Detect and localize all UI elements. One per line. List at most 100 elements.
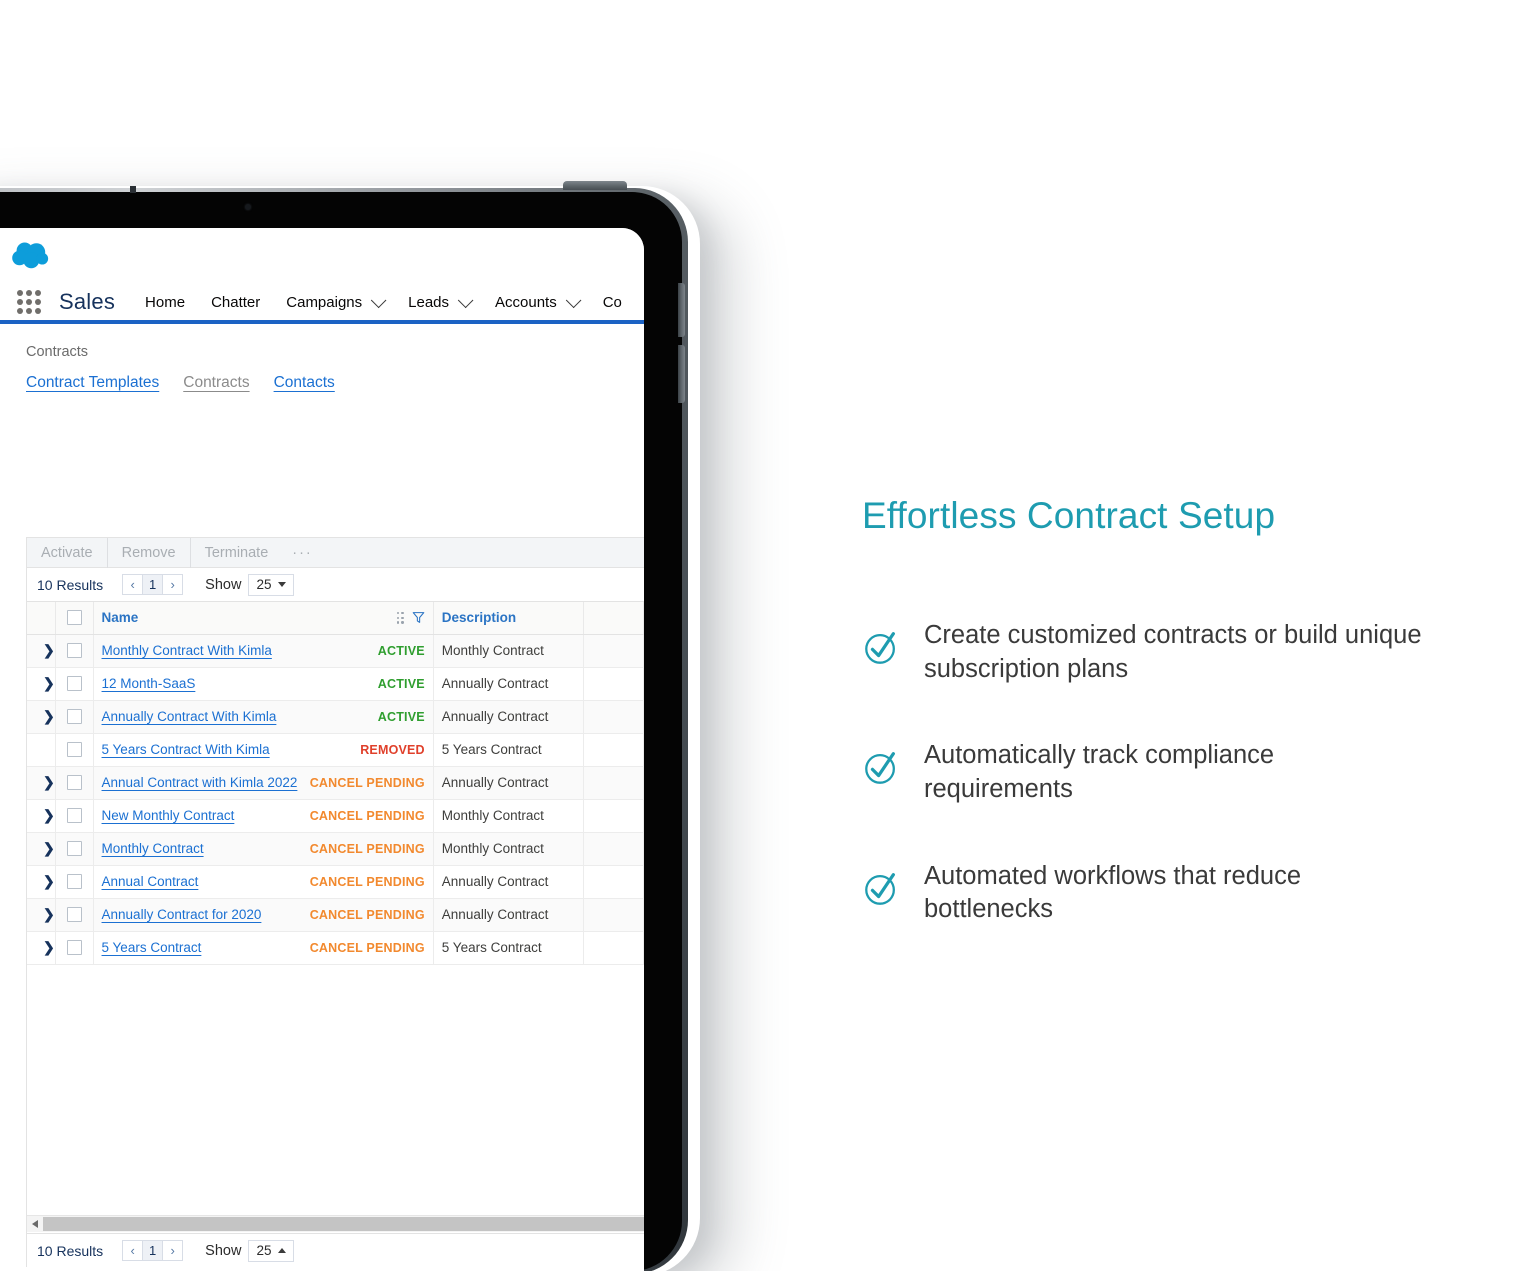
row-checkbox[interactable] xyxy=(66,676,82,691)
power-button[interactable] xyxy=(563,181,627,190)
expand-row-chevron-icon[interactable]: ❯ xyxy=(35,807,55,823)
table-row[interactable]: ❯ Monthly Contract CANCEL PENDING Monthly C… xyxy=(27,832,644,866)
row-checkbox[interactable] xyxy=(66,874,82,889)
contract-name-link[interactable]: Monthly Contract With Kimla xyxy=(102,643,272,658)
expand-row-chevron-icon[interactable]: ❯ xyxy=(35,906,55,922)
th-description[interactable]: Description xyxy=(433,602,584,635)
row-checkbox[interactable] xyxy=(66,709,82,724)
volume-up-button[interactable] xyxy=(678,283,685,337)
row-expand-cell[interactable]: ❯ xyxy=(27,931,56,965)
row-select-cell[interactable] xyxy=(55,766,94,800)
page-number-1[interactable]: 1 xyxy=(142,574,164,595)
row-checkbox[interactable] xyxy=(66,940,82,955)
contract-name-link[interactable]: Annually Contract With Kimla xyxy=(102,709,277,724)
expand-row-chevron-icon[interactable]: ❯ xyxy=(35,675,55,691)
chevron-down-icon[interactable] xyxy=(565,292,582,308)
table-row[interactable]: ❯ 12 Month-SaaS ACTIVE Annually Contract xyxy=(27,667,644,701)
row-checkbox[interactable] xyxy=(66,742,82,757)
row-expand-cell[interactable]: ❯ xyxy=(27,898,56,932)
nav-item-home[interactable]: Home xyxy=(145,294,185,311)
row-checkbox[interactable] xyxy=(66,907,82,922)
expand-row-chevron-icon[interactable]: ❯ xyxy=(35,939,55,955)
nav-item-chatter[interactable]: Chatter xyxy=(211,294,260,311)
row-name-cell: Monthly Contract CANCEL PENDING xyxy=(93,832,434,866)
row-expand-cell[interactable]: ❯ xyxy=(27,832,56,866)
tab-contracts[interactable]: Contracts xyxy=(183,374,249,392)
page-size-select-footer[interactable]: 25 xyxy=(248,1239,295,1262)
table-row[interactable]: ❯ Annual Contract CANCEL PENDING Annually C… xyxy=(27,865,644,899)
table-row[interactable]: ❯ New Monthly Contract CANCEL PENDING Month… xyxy=(27,799,644,833)
chevron-down-icon[interactable] xyxy=(457,292,474,308)
row-select-cell[interactable] xyxy=(55,667,94,701)
table-row[interactable]: 5 Years Contract With Kimla REMOVED 5 Year… xyxy=(27,733,644,767)
row-select-cell[interactable] xyxy=(55,865,94,899)
row-expand-cell[interactable]: ❯ xyxy=(27,667,56,701)
table-row[interactable]: ❯ 5 Years Contract CANCEL PENDING 5 Years C… xyxy=(27,931,644,965)
contract-name-link[interactable]: Annually Contract for 2020 xyxy=(102,907,262,922)
contract-name-link[interactable]: 5 Years Contract With Kimla xyxy=(102,742,270,757)
table-row[interactable]: ❯ Annually Contract With Kimla ACTIVE Annua… xyxy=(27,700,644,734)
contract-name-link[interactable]: New Monthly Contract xyxy=(102,808,235,823)
chevron-down-icon[interactable] xyxy=(370,292,387,308)
contract-name-link[interactable]: Monthly Contract xyxy=(102,841,204,856)
select-all-checkbox[interactable] xyxy=(66,610,82,626)
nav-item-accounts[interactable]: Accounts xyxy=(495,292,582,311)
page-size-select[interactable]: 25 xyxy=(248,573,295,596)
expand-row-chevron-icon[interactable]: ❯ xyxy=(35,708,55,724)
nav-item-contracts-truncated[interactable]: Co xyxy=(603,294,622,311)
app-launcher-grid-icon[interactable] xyxy=(16,289,42,315)
app-name-label[interactable]: Sales xyxy=(59,289,115,315)
terminate-button[interactable]: Terminate xyxy=(191,538,283,568)
contract-name-link[interactable]: Annual Contract with Kimla 2022 xyxy=(102,775,298,790)
row-expand-cell[interactable]: ❯ xyxy=(27,766,56,800)
expand-row-chevron-icon[interactable]: ❯ xyxy=(35,774,55,790)
scroll-left-arrow-icon[interactable] xyxy=(27,1216,43,1233)
row-expand-cell[interactable]: ❯ xyxy=(27,634,56,668)
horizontal-scrollbar[interactable] xyxy=(27,1215,644,1232)
contract-name-link[interactable]: Annual Contract xyxy=(102,874,199,889)
expand-row-chevron-icon[interactable]: ❯ xyxy=(35,873,55,889)
row-expand-cell[interactable]: ❯ xyxy=(27,799,56,833)
filter-icon[interactable] xyxy=(412,611,425,624)
table-row[interactable]: ❯ Annually Contract for 2020 CANCEL PENDIN… xyxy=(27,898,644,932)
row-select-cell[interactable] xyxy=(55,634,94,668)
row-checkbox[interactable] xyxy=(66,808,82,823)
chevron-down-icon xyxy=(278,582,287,587)
th-expand xyxy=(27,602,56,635)
row-overflow-cell xyxy=(583,700,644,734)
row-select-cell[interactable] xyxy=(55,832,94,866)
drag-handle-icon[interactable] xyxy=(396,611,404,624)
nav-item-campaigns[interactable]: Campaigns xyxy=(286,292,387,311)
row-select-cell[interactable] xyxy=(55,700,94,734)
page-number-1-footer[interactable]: 1 xyxy=(142,1240,164,1261)
table-row[interactable]: ❯ Annual Contract with Kimla 2022 CANCEL P… xyxy=(27,766,644,800)
row-expand-cell[interactable]: ❯ xyxy=(27,865,56,899)
activate-button[interactable]: Activate xyxy=(27,537,108,568)
row-select-cell[interactable] xyxy=(55,733,94,767)
nav-item-leads[interactable]: Leads xyxy=(408,292,474,311)
next-page-button-footer[interactable]: › xyxy=(162,1240,184,1261)
row-select-cell[interactable] xyxy=(55,898,94,932)
table-row[interactable]: ❯ Monthly Contract With Kimla ACTIVE Monthl… xyxy=(27,634,644,668)
row-checkbox[interactable] xyxy=(66,643,82,658)
expand-row-chevron-icon[interactable]: ❯ xyxy=(35,642,55,658)
row-name-cell: Annual Contract with Kimla 2022 CANCEL PE… xyxy=(93,766,434,800)
row-select-cell[interactable] xyxy=(55,931,94,965)
scrollbar-thumb[interactable] xyxy=(43,1217,644,1231)
row-expand-cell[interactable]: ❯ xyxy=(27,700,56,734)
more-actions-icon[interactable]: ··· xyxy=(282,545,323,561)
remove-button[interactable]: Remove xyxy=(108,537,191,568)
prev-page-button-footer[interactable]: ‹ xyxy=(122,1240,144,1261)
contract-name-link[interactable]: 12 Month-SaaS xyxy=(102,676,196,691)
volume-down-button[interactable] xyxy=(678,345,685,403)
contract-name-link[interactable]: 5 Years Contract xyxy=(102,940,202,955)
next-page-button[interactable]: › xyxy=(162,574,184,595)
row-select-cell[interactable] xyxy=(55,799,94,833)
prev-page-button[interactable]: ‹ xyxy=(122,574,144,595)
tab-contacts[interactable]: Contacts xyxy=(274,374,335,392)
expand-row-chevron-icon[interactable]: ❯ xyxy=(35,840,55,856)
row-checkbox[interactable] xyxy=(66,841,82,856)
th-name[interactable]: Name xyxy=(93,602,434,635)
tab-contract-templates[interactable]: Contract Templates xyxy=(26,374,159,392)
row-checkbox[interactable] xyxy=(66,775,82,790)
